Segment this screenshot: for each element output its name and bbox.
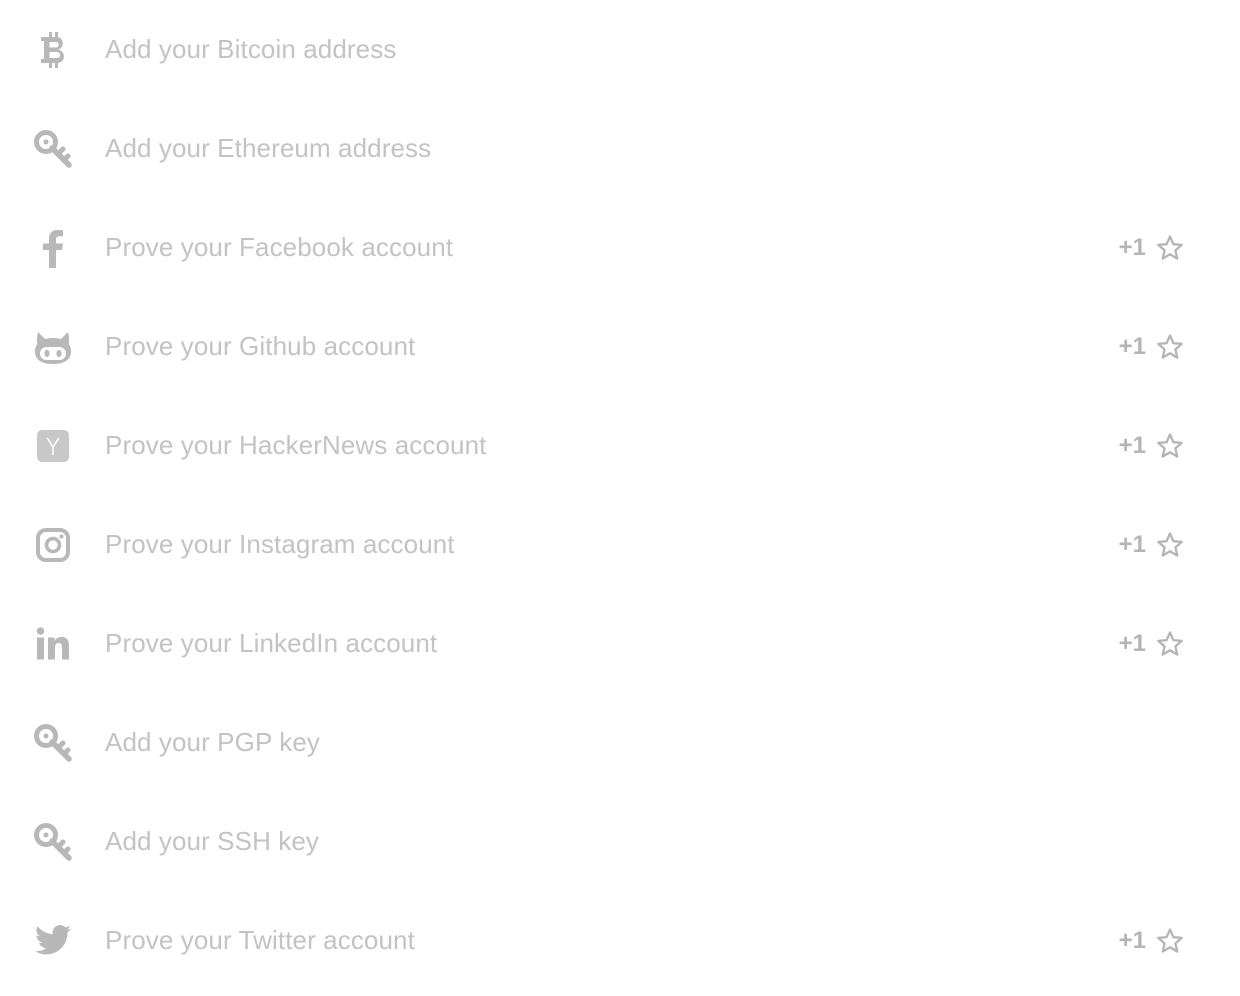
bitcoin-icon xyxy=(30,27,76,73)
row-label: Add your Bitcoin address xyxy=(105,34,397,64)
instagram-icon xyxy=(30,522,76,568)
reward-badge: +1 xyxy=(1119,630,1184,658)
reward-badge: +1 xyxy=(1119,234,1184,262)
linkedin-icon xyxy=(30,621,76,667)
reward-points: +1 xyxy=(1118,530,1146,558)
reward-badge: +1 xyxy=(1119,927,1184,955)
key-icon xyxy=(30,819,76,865)
star-icon xyxy=(1156,333,1184,361)
reward-badge: +1 xyxy=(1119,432,1184,460)
row-github[interactable]: Prove your Github account +1 xyxy=(0,297,1240,396)
row-linkedin[interactable]: Prove your LinkedIn account +1 xyxy=(0,594,1240,693)
row-pgp[interactable]: Add your PGP key xyxy=(0,693,1240,792)
star-icon xyxy=(1156,927,1184,955)
star-icon xyxy=(1156,531,1184,559)
row-ssh[interactable]: Add your SSH key xyxy=(0,792,1240,891)
reward-badge: +1 xyxy=(1119,333,1184,361)
reward-points: +1 xyxy=(1118,332,1146,360)
twitter-icon xyxy=(30,918,76,964)
row-label: Prove your Github account xyxy=(105,331,416,361)
key-icon xyxy=(30,720,76,766)
star-icon xyxy=(1156,432,1184,460)
key-icon xyxy=(30,126,76,172)
row-ethereum[interactable]: Add your Ethereum address xyxy=(0,99,1240,198)
star-icon xyxy=(1156,630,1184,658)
row-label: Prove your Facebook account xyxy=(105,232,454,262)
row-twitter[interactable]: Prove your Twitter account +1 xyxy=(0,891,1240,990)
hackernews-icon xyxy=(30,423,76,469)
row-label: Prove your Instagram account xyxy=(105,529,455,559)
row-label: Add your SSH key xyxy=(105,826,320,856)
row-instagram[interactable]: Prove your Instagram account +1 xyxy=(0,495,1240,594)
reward-points: +1 xyxy=(1118,233,1146,261)
row-label: Add your Ethereum address xyxy=(105,133,432,163)
row-bitcoin[interactable]: Add your Bitcoin address xyxy=(0,0,1240,99)
row-hackernews[interactable]: Prove your HackerNews account +1 xyxy=(0,396,1240,495)
reward-points: +1 xyxy=(1118,926,1146,954)
reward-points: +1 xyxy=(1118,629,1146,657)
row-label: Prove your Twitter account xyxy=(105,925,415,955)
row-label: Prove your HackerNews account xyxy=(105,430,487,460)
reward-badge: +1 xyxy=(1119,531,1184,559)
row-facebook[interactable]: Prove your Facebook account +1 xyxy=(0,198,1240,297)
reward-points: +1 xyxy=(1118,431,1146,459)
facebook-icon xyxy=(30,225,76,271)
row-label: Add your PGP key xyxy=(105,727,321,757)
github-icon xyxy=(30,324,76,370)
star-icon xyxy=(1156,234,1184,262)
row-label: Prove your LinkedIn account xyxy=(105,628,438,658)
identity-proofs-list: Add your Bitcoin address Add your Ethere… xyxy=(0,0,1240,996)
